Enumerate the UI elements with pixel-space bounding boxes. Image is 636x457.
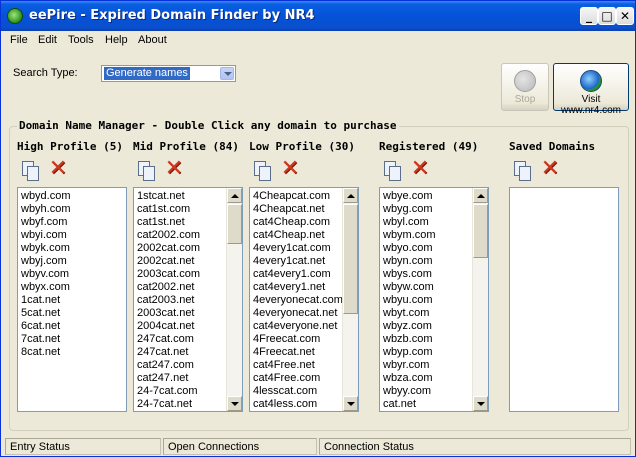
- copy-icon[interactable]: [379, 157, 405, 183]
- list-item[interactable]: wbyj.com: [21, 255, 126, 268]
- column-title-low-profile: Low Profile (30): [249, 140, 355, 153]
- list-item[interactable]: wbyv.com: [21, 268, 126, 281]
- app-window: eePire - Expired Domain Finder by NR4 _ …: [0, 0, 636, 457]
- scroll-thumb[interactable]: [473, 204, 488, 258]
- column-title-mid-profile: Mid Profile (84): [133, 140, 239, 153]
- status-bar: Entry Status Open Connections Connection…: [5, 438, 631, 455]
- column-title-saved-domains: Saved Domains: [509, 140, 596, 153]
- list-item[interactable]: wbyi.com: [21, 229, 126, 242]
- list-item[interactable]: wbyh.com: [21, 203, 126, 216]
- visit-website-button[interactable]: Visit www.nr4.com: [553, 63, 629, 116]
- app-logo-icon: [7, 8, 23, 24]
- open-connections-status: Open Connections: [163, 438, 317, 455]
- registered-list[interactable]: wbye.com wbyg.com wbyl.com wbym.com wbyo…: [379, 187, 489, 412]
- minimize-button[interactable]: _: [580, 7, 598, 25]
- mid-profile-list[interactable]: 1stcat.net cat1st.com cat1st.net cat2002…: [133, 187, 243, 412]
- stop-label: Stop: [514, 94, 536, 105]
- search-type-select[interactable]: Generate names: [101, 65, 236, 82]
- delete-icon[interactable]: ✕: [45, 157, 71, 183]
- group-title: Domain Name Manager - Double Click any d…: [17, 119, 399, 132]
- saved-domains-items: [510, 188, 618, 190]
- list-item[interactable]: 1cat.net: [21, 294, 126, 307]
- chevron-down-icon[interactable]: [220, 67, 234, 80]
- list-item[interactable]: wbyd.com: [21, 190, 126, 203]
- title-bar[interactable]: eePire - Expired Domain Finder by NR4 _ …: [1, 1, 635, 31]
- connection-status: Connection Status: [319, 438, 631, 455]
- copy-icon[interactable]: [509, 157, 535, 183]
- mid-profile-scrollbar[interactable]: [226, 188, 242, 411]
- close-button[interactable]: ✕: [616, 7, 634, 25]
- delete-icon[interactable]: ✕: [407, 157, 433, 183]
- search-type-value: Generate names: [104, 67, 190, 80]
- window-title: eePire - Expired Domain Finder by NR4: [29, 8, 315, 23]
- globe-icon: [580, 70, 602, 92]
- column-title-registered: Registered (49): [379, 140, 479, 153]
- delete-icon[interactable]: ✕: [277, 157, 303, 183]
- menu-bar: File Edit Tools Help About: [1, 31, 635, 49]
- scroll-down-icon[interactable]: [227, 396, 242, 411]
- copy-icon[interactable]: [249, 157, 275, 183]
- menu-file[interactable]: File: [10, 34, 28, 46]
- list-item[interactable]: wbyf.com: [21, 216, 126, 229]
- menu-help[interactable]: Help: [105, 34, 128, 46]
- scroll-thumb[interactable]: [227, 204, 242, 244]
- scroll-down-icon[interactable]: [473, 396, 488, 411]
- visit-url-label: www.nr4.com: [560, 105, 621, 116]
- search-type-label: Search Type:: [13, 67, 78, 79]
- stop-icon: [514, 70, 536, 92]
- copy-icon[interactable]: [133, 157, 159, 183]
- menu-edit[interactable]: Edit: [38, 34, 57, 46]
- delete-icon[interactable]: ✕: [161, 157, 187, 183]
- low-profile-scrollbar[interactable]: [342, 188, 358, 411]
- scroll-down-icon[interactable]: [343, 396, 358, 411]
- saved-domains-list[interactable]: [509, 187, 619, 412]
- entry-status: Entry Status: [5, 438, 161, 455]
- list-item[interactable]: 5cat.net: [21, 307, 126, 320]
- copy-icon[interactable]: [17, 157, 43, 183]
- delete-icon[interactable]: ✕: [537, 157, 563, 183]
- high-profile-list[interactable]: wbyd.com wbyh.com wbyf.com wbyi.com wbyk…: [17, 187, 127, 412]
- high-profile-items: wbyd.com wbyh.com wbyf.com wbyi.com wbyk…: [18, 188, 126, 359]
- scroll-up-icon[interactable]: [343, 188, 358, 203]
- low-profile-list[interactable]: 4Cheapcat.com 4Cheapcat.net cat4Cheap.co…: [249, 187, 359, 412]
- maximize-button[interactable]: □: [598, 7, 616, 25]
- menu-tools[interactable]: Tools: [68, 34, 94, 46]
- column-title-high-profile: High Profile (5): [17, 140, 123, 153]
- scroll-thumb[interactable]: [343, 204, 358, 314]
- list-item[interactable]: wbyk.com: [21, 242, 126, 255]
- visit-label: Visit: [581, 94, 601, 105]
- list-item[interactable]: 6cat.net: [21, 320, 126, 333]
- list-item[interactable]: wbyx.com: [21, 281, 126, 294]
- registered-scrollbar[interactable]: [472, 188, 488, 411]
- list-item[interactable]: 8cat.net: [21, 346, 126, 359]
- scroll-up-icon[interactable]: [473, 188, 488, 203]
- scroll-up-icon[interactable]: [227, 188, 242, 203]
- list-item[interactable]: 7cat.net: [21, 333, 126, 346]
- stop-button[interactable]: Stop: [501, 63, 549, 111]
- menu-about[interactable]: About: [138, 34, 167, 46]
